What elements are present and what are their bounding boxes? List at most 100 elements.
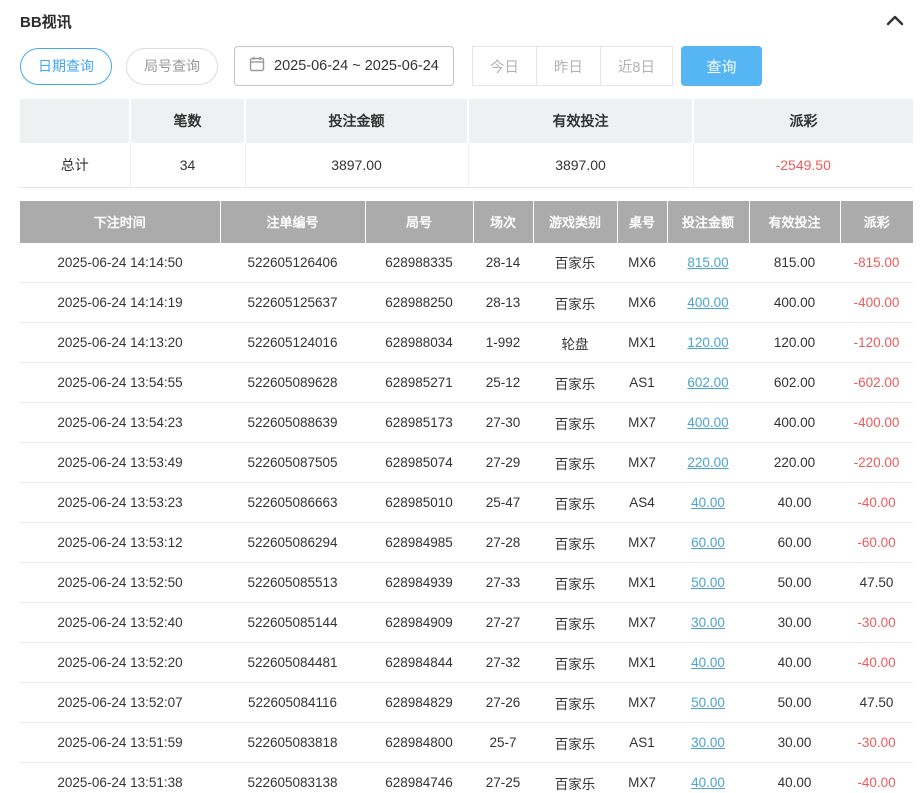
bet-time-cell: 2025-06-24 13:52:50: [20, 563, 220, 603]
game-type-cell: 百家乐: [533, 403, 617, 443]
session-cell: 27-28: [473, 523, 533, 563]
round-number-cell: 628988335: [365, 243, 473, 283]
header-round-number: 局号: [365, 201, 473, 243]
bet-amount-cell: 50.00: [667, 563, 749, 603]
valid-bet-cell: 815.00: [749, 243, 840, 283]
bet-amount-link[interactable]: 220.00: [687, 455, 728, 470]
session-cell: 25-7: [473, 723, 533, 763]
header-session: 场次: [473, 201, 533, 243]
bet-amount-link[interactable]: 50.00: [691, 575, 725, 590]
table-row: 2025-06-24 13:52:50 522605085513 6289849…: [20, 563, 913, 603]
bet-amount-link[interactable]: 40.00: [691, 495, 725, 510]
bet-amount-cell: 40.00: [667, 763, 749, 793]
bet-amount-link[interactable]: 60.00: [691, 535, 725, 550]
payout-cell: -815.00: [840, 243, 913, 283]
table-number-cell: AS1: [617, 363, 667, 403]
tab-date-query[interactable]: 日期查询: [20, 48, 112, 85]
summary-header-bet-amount: 投注金额: [245, 99, 468, 143]
valid-bet-cell: 400.00: [749, 403, 840, 443]
section-header: BB视讯: [20, 0, 904, 32]
bet-amount-link[interactable]: 400.00: [687, 295, 728, 310]
quick-last8days-button[interactable]: 近8日: [600, 46, 673, 86]
bet-time-cell: 2025-06-24 13:53:23: [20, 483, 220, 523]
order-number-cell: 522605126406: [220, 243, 365, 283]
table-row: 2025-06-24 14:14:19 522605125637 6289882…: [20, 283, 913, 323]
bet-amount-link[interactable]: 50.00: [691, 695, 725, 710]
bet-amount-link[interactable]: 30.00: [691, 735, 725, 750]
bet-amount-cell: 30.00: [667, 603, 749, 643]
records-tbody: 2025-06-24 14:14:50 522605126406 6289883…: [20, 243, 913, 793]
game-type-cell: 百家乐: [533, 723, 617, 763]
table-row: 2025-06-24 13:53:12 522605086294 6289849…: [20, 523, 913, 563]
order-number-cell: 522605083818: [220, 723, 365, 763]
table-row: 2025-06-24 13:52:07 522605084116 6289848…: [20, 683, 913, 723]
round-number-cell: 628985010: [365, 483, 473, 523]
bet-time-cell: 2025-06-24 13:54:23: [20, 403, 220, 443]
round-number-cell: 628985271: [365, 363, 473, 403]
valid-bet-cell: 40.00: [749, 643, 840, 683]
session-cell: 1-992: [473, 323, 533, 363]
summary-header-count: 笔数: [130, 99, 245, 143]
round-number-cell: 628988250: [365, 283, 473, 323]
bet-amount-link[interactable]: 40.00: [691, 655, 725, 670]
bet-amount-cell: 50.00: [667, 683, 749, 723]
order-number-cell: 522605085144: [220, 603, 365, 643]
date-range-value: 2025-06-24 ~ 2025-06-24: [274, 58, 439, 74]
bet-amount-cell: 400.00: [667, 283, 749, 323]
round-number-cell: 628988034: [365, 323, 473, 363]
table-row: 2025-06-24 13:53:23 522605086663 6289850…: [20, 483, 913, 523]
summary-total-count: 34: [130, 143, 245, 187]
summary-total-payout: -2549.50: [693, 143, 913, 187]
order-number-cell: 522605125637: [220, 283, 365, 323]
valid-bet-cell: 220.00: [749, 443, 840, 483]
valid-bet-cell: 50.00: [749, 683, 840, 723]
table-row: 2025-06-24 14:13:20 522605124016 6289880…: [20, 323, 913, 363]
bet-amount-cell: 120.00: [667, 323, 749, 363]
order-number-cell: 522605084116: [220, 683, 365, 723]
date-range-picker[interactable]: 2025-06-24 ~ 2025-06-24: [234, 46, 454, 86]
search-button[interactable]: 查询: [681, 46, 762, 86]
bet-amount-link[interactable]: 602.00: [687, 375, 728, 390]
bet-time-cell: 2025-06-24 13:51:38: [20, 763, 220, 793]
game-type-cell: 百家乐: [533, 563, 617, 603]
bet-amount-link[interactable]: 30.00: [691, 615, 725, 630]
bb-video-section: BB视讯 日期查询 局号查询 2025-06-24 ~ 2025-06-24 今…: [0, 0, 924, 793]
round-number-cell: 628984985: [365, 523, 473, 563]
table-row: 2025-06-24 14:14:50 522605126406 6289883…: [20, 243, 913, 283]
bet-amount-link[interactable]: 400.00: [687, 415, 728, 430]
summary-header-blank: [20, 99, 130, 143]
round-number-cell: 628985074: [365, 443, 473, 483]
quick-today-button[interactable]: 今日: [472, 46, 537, 86]
valid-bet-cell: 400.00: [749, 283, 840, 323]
game-type-cell: 百家乐: [533, 603, 617, 643]
game-type-cell: 百家乐: [533, 683, 617, 723]
payout-cell: -120.00: [840, 323, 913, 363]
bet-amount-cell: 60.00: [667, 523, 749, 563]
game-type-cell: 百家乐: [533, 443, 617, 483]
header-bet-amount: 投注金额: [667, 201, 749, 243]
tab-round-query[interactable]: 局号查询: [126, 48, 218, 85]
payout-cell: -400.00: [840, 403, 913, 443]
quick-yesterday-button[interactable]: 昨日: [536, 46, 601, 86]
round-number-cell: 628984844: [365, 643, 473, 683]
valid-bet-cell: 50.00: [749, 563, 840, 603]
bet-amount-link[interactable]: 815.00: [687, 255, 728, 270]
header-payout: 派彩: [840, 201, 913, 243]
session-cell: 27-33: [473, 563, 533, 603]
order-number-cell: 522605089628: [220, 363, 365, 403]
bet-amount-cell: 220.00: [667, 443, 749, 483]
table-row: 2025-06-24 13:52:20 522605084481 6289848…: [20, 643, 913, 683]
table-number-cell: MX7: [617, 443, 667, 483]
bet-amount-link[interactable]: 120.00: [687, 335, 728, 350]
table-number-cell: AS4: [617, 483, 667, 523]
payout-cell: -40.00: [840, 643, 913, 683]
table-number-cell: MX7: [617, 763, 667, 793]
order-number-cell: 522605087505: [220, 443, 365, 483]
summary-table: 笔数 投注金额 有效投注 派彩 总计 34 3897.00 3897.00 -2…: [20, 99, 913, 188]
bet-amount-link[interactable]: 40.00: [691, 775, 725, 790]
bet-amount-cell: 400.00: [667, 403, 749, 443]
collapse-section-button[interactable]: [886, 14, 904, 29]
valid-bet-cell: 30.00: [749, 723, 840, 763]
summary-total-row: 总计 34 3897.00 3897.00 -2549.50: [20, 143, 913, 187]
table-row: 2025-06-24 13:51:38 522605083138 6289847…: [20, 763, 913, 793]
